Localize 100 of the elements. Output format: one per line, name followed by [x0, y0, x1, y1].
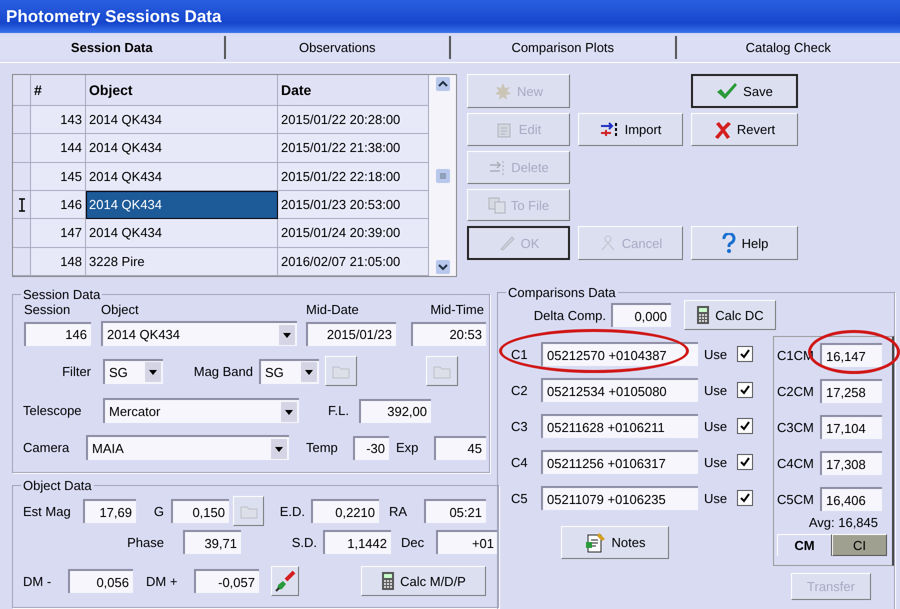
- field-label: Session: [24, 302, 72, 317]
- magnitude-field[interactable]: 16,147: [820, 343, 882, 367]
- use-label: Use: [704, 490, 728, 506]
- magnitude-field[interactable]: 16,406: [820, 487, 882, 511]
- coords-field[interactable]: 05211079 +0106235: [541, 486, 698, 510]
- field-label: E.D.: [278, 504, 305, 518]
- arrows-icon: [488, 158, 506, 176]
- coords-field[interactable]: 05211256 +0106317: [541, 450, 698, 474]
- field-label: Telescope: [23, 403, 83, 418]
- use-checkbox[interactable]: [737, 346, 753, 362]
- date-field[interactable]: 2015/01/23: [306, 322, 396, 346]
- delta-field[interactable]: 0,000: [611, 303, 671, 327]
- field-label: Mag Band: [192, 364, 253, 378]
- focal-length-field[interactable]: 392,00: [359, 398, 431, 422]
- use-label: Use: [704, 418, 728, 434]
- save-button[interactable]: Save: [691, 74, 798, 108]
- tab[interactable]: CM: [777, 534, 832, 556]
- band-dropdown[interactable]: SG: [259, 358, 319, 384]
- object-dropdown[interactable]: 2014 QK434: [101, 321, 297, 346]
- filter-dropdown[interactable]: SG: [103, 358, 163, 384]
- caret-icon: [301, 362, 317, 382]
- table-cell[interactable]: 2014 QK434: [86, 134, 278, 163]
- camera-dropdown[interactable]: MAIA: [86, 435, 289, 460]
- revert-button[interactable]: Revert: [691, 113, 798, 146]
- table-cell: 2016/02/07 21:05:00: [278, 248, 429, 276]
- table-cell: 2015/01/23 20:53:00: [278, 191, 429, 220]
- scroll-thumb-icon[interactable]: [436, 168, 450, 182]
- magnitude-field[interactable]: 17,69: [83, 499, 136, 523]
- table-cell[interactable]: 2014 QK434: [86, 106, 278, 134]
- temperature-field[interactable]: -30: [353, 436, 389, 460]
- magnitude-field[interactable]: 17,104: [820, 415, 882, 439]
- phase-field[interactable]: 39,71: [183, 530, 241, 554]
- table-cell: 2015/01/22 22:18:00: [278, 162, 429, 191]
- import-button[interactable]: Import: [578, 113, 683, 146]
- use-checkbox[interactable]: [737, 382, 753, 398]
- caret-icon: [279, 324, 295, 344]
- table-cell: 148: [31, 248, 86, 276]
- caret-icon: [281, 402, 297, 422]
- use-checkbox[interactable]: [737, 490, 753, 506]
- use-checkbox[interactable]: [737, 418, 753, 434]
- scroll-down-icon[interactable]: [436, 260, 450, 274]
- dm-plus-field[interactable]: -0,057: [194, 569, 259, 593]
- field-label: Phase: [126, 534, 164, 550]
- group-title: Object Data: [22, 478, 93, 493]
- caret-icon: [145, 362, 161, 382]
- column-header[interactable]: #: [31, 75, 86, 106]
- tab[interactable]: Observations: [226, 36, 451, 59]
- dm-minus-field[interactable]: 0,056: [68, 569, 133, 593]
- row-header[interactable]: [13, 191, 31, 220]
- coords-field[interactable]: 05212534 +0105080: [541, 378, 698, 402]
- comp-label: C3: [511, 418, 529, 434]
- ra-field[interactable]: 05:21: [424, 499, 486, 523]
- pen-icon: [498, 234, 516, 252]
- column-header[interactable]: Object: [86, 75, 278, 106]
- g-field[interactable]: 0,150: [171, 499, 229, 523]
- help-button[interactable]: Help: [691, 226, 798, 260]
- calculator-icon: [381, 571, 396, 591]
- dec-field[interactable]: +01: [436, 530, 498, 554]
- table-cell[interactable]: 2014 QK434: [86, 191, 278, 220]
- session-field[interactable]: 146: [24, 322, 91, 346]
- comp-label: C4CM: [777, 456, 815, 470]
- group-title: Comparisons Data: [507, 285, 617, 300]
- notepad-icon: [584, 532, 607, 554]
- field-label: DM -: [23, 574, 52, 588]
- use-checkbox[interactable]: [737, 454, 753, 470]
- brush-icon: [274, 570, 296, 592]
- magnitude-field[interactable]: 17,308: [820, 451, 882, 475]
- table-cell[interactable]: 2014 QK434: [86, 219, 278, 248]
- person-icon: [598, 234, 617, 252]
- field-label: Filter: [61, 364, 91, 378]
- ed-field[interactable]: 0,2210: [311, 499, 379, 523]
- tab[interactable]: CI: [832, 534, 887, 556]
- cross-icon: [714, 120, 732, 138]
- calc-button[interactable]: Calc M/D/P: [361, 566, 486, 596]
- coords-field[interactable]: 05211628 +0106211: [541, 414, 698, 438]
- column-header[interactable]: Date: [278, 75, 429, 106]
- telescope-dropdown[interactable]: Mercator: [103, 398, 299, 423]
- notes-button[interactable]: Notes: [561, 526, 669, 559]
- scroll-up-icon[interactable]: [436, 77, 450, 91]
- comp-label: C2CM: [777, 384, 815, 398]
- caret-icon: [271, 438, 287, 458]
- magnitude-field[interactable]: 17,258: [820, 379, 882, 403]
- table-cell: 2015/01/22 20:28:00: [278, 106, 429, 134]
- table-cell: 2015/01/22 21:38:00: [278, 134, 429, 163]
- copy-icon: [488, 196, 506, 214]
- table-cell: 144: [31, 134, 86, 163]
- coords-field[interactable]: 05212570 +0104387: [541, 342, 698, 366]
- window-title: Photometry Sessions Data: [0, 0, 900, 33]
- time-field[interactable]: 20:53: [411, 322, 486, 346]
- comp-label: C4: [511, 454, 529, 470]
- exposure-field[interactable]: 45: [434, 436, 486, 460]
- sd-field[interactable]: 1,1442: [323, 530, 391, 554]
- comp-label: C5: [511, 490, 529, 506]
- scrollbar[interactable]: [429, 75, 456, 276]
- group-title: Session Data: [22, 287, 102, 302]
- use-label: Use: [704, 346, 728, 362]
- field-label: F.L.: [327, 403, 349, 418]
- brush-button[interactable]: [271, 566, 299, 596]
- table-cell[interactable]: 3228 Pire: [86, 248, 278, 276]
- calc-dc-button[interactable]: Calc DC: [684, 300, 776, 330]
